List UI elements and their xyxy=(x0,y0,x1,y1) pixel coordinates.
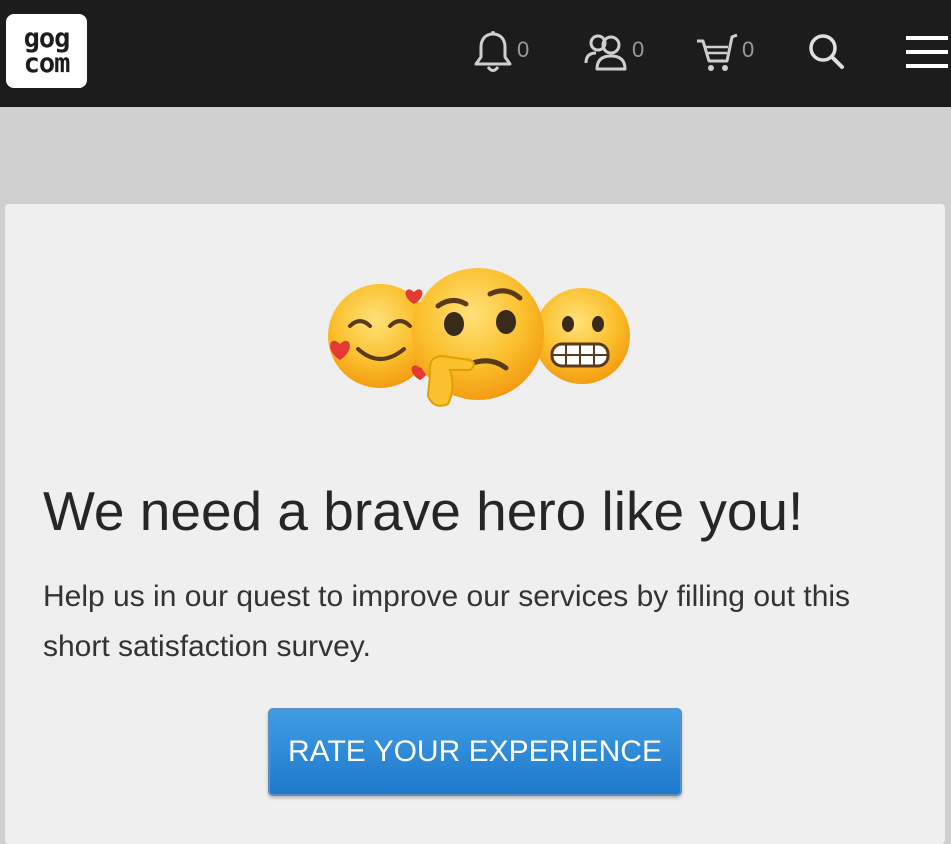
cart-count: 0 xyxy=(742,37,755,62)
friends-button[interactable]: 0 xyxy=(583,28,644,76)
top-navigation-bar: gog com 0 0 0 xyxy=(0,0,951,107)
grimacing-face-emoji xyxy=(534,288,630,384)
survey-headline: We need a brave hero like you! xyxy=(43,480,804,542)
search-button[interactable] xyxy=(806,28,846,76)
notifications-button[interactable]: 0 xyxy=(472,28,529,76)
gog-logo[interactable]: gog com xyxy=(6,14,87,88)
thinking-face-emoji xyxy=(412,268,544,407)
rate-experience-button[interactable]: RATE YOUR EXPERIENCE xyxy=(268,708,682,796)
hamburger-menu-icon xyxy=(906,30,948,74)
survey-description: Help us in our quest to improve our serv… xyxy=(43,580,851,663)
search-icon xyxy=(806,30,846,74)
friends-count: 0 xyxy=(632,37,645,62)
cart-button[interactable]: 0 xyxy=(695,28,754,76)
bell-icon xyxy=(472,29,514,75)
logo-line-2: com xyxy=(23,48,71,79)
cart-icon xyxy=(695,29,739,75)
survey-card: We need a brave hero like you! Help us i… xyxy=(5,204,945,844)
friends-icon xyxy=(583,29,629,75)
page-background-band xyxy=(0,107,951,204)
emoji-group xyxy=(320,264,640,414)
menu-button[interactable] xyxy=(906,28,948,76)
notifications-count: 0 xyxy=(517,37,530,62)
